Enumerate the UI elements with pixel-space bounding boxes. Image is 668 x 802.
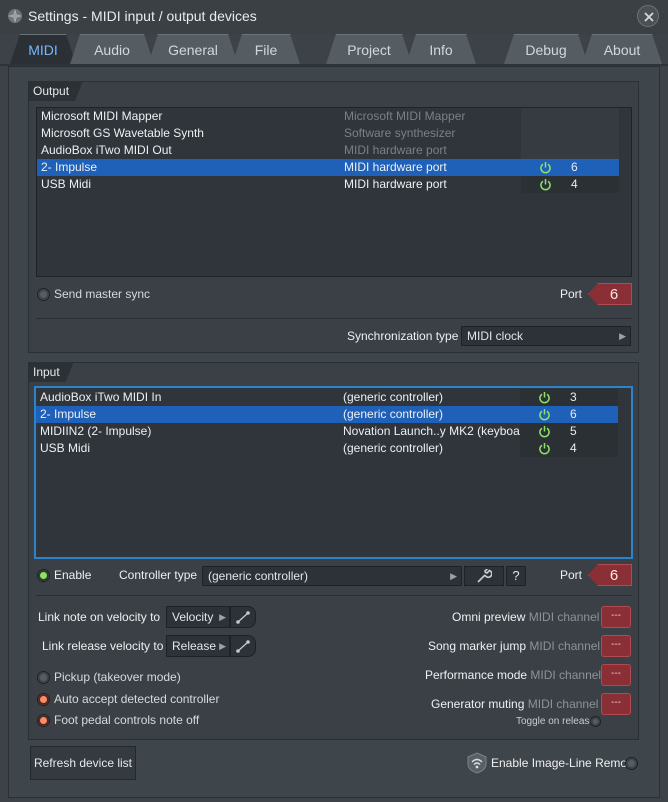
list-item[interactable]: AudioBox iTwo MIDI Out MIDI hardware por… — [37, 142, 631, 159]
toggle-on-release-radio[interactable] — [590, 716, 601, 727]
divider — [36, 318, 632, 319]
chevron-right-icon: ▶ — [450, 571, 457, 581]
power-icon[interactable] — [539, 178, 552, 191]
link-release-select[interactable]: Release ▶ — [166, 635, 230, 657]
fl-studio-logo-icon — [8, 9, 22, 23]
send-master-sync-label: Send master sync — [54, 287, 151, 301]
power-icon[interactable] — [538, 391, 551, 404]
enable-remote-label: Enable Image-Line Remote — [491, 756, 638, 770]
send-master-sync-radio[interactable] — [37, 288, 50, 301]
controller-type-select[interactable]: (generic controller) ▶ — [202, 566, 462, 586]
generator-muting-channel-button[interactable]: --- — [601, 693, 631, 715]
link-note-curve-button[interactable] — [230, 606, 256, 628]
link-release-label: Link release velocity to — [42, 639, 164, 653]
power-icon[interactable] — [539, 161, 552, 174]
tab-project[interactable]: Project — [326, 34, 412, 64]
performance-mode-channel-button[interactable]: --- — [601, 664, 631, 686]
auto-accept-radio[interactable] — [37, 693, 50, 706]
power-icon[interactable] — [538, 425, 551, 438]
list-item[interactable]: USB Midi (generic controller) 4 — [36, 440, 618, 457]
list-item[interactable]: MIDIIN2 (2- Impulse) Novation Launch..y … — [36, 423, 618, 440]
pickup-label: Pickup (takeover mode) — [54, 670, 181, 684]
tab-audio[interactable]: Audio — [70, 34, 154, 64]
controller-type-label: Controller type — [119, 568, 198, 582]
output-section-label: Output — [29, 81, 83, 101]
enable-label: Enable — [54, 568, 92, 582]
tab-about[interactable]: About — [582, 34, 662, 64]
list-item[interactable]: USB Midi MIDI hardware port 4 — [37, 176, 619, 193]
performance-mode-label: Performance mode MIDI channel — [425, 668, 602, 682]
enable-radio[interactable] — [37, 569, 50, 582]
tab-file[interactable]: File — [232, 34, 300, 64]
link-release-curve-button[interactable] — [230, 635, 256, 657]
list-item[interactable]: 2- Impulse MIDI hardware port 6 — [37, 159, 619, 176]
close-icon — [644, 12, 654, 22]
sync-type-label: Synchronization type — [347, 329, 459, 343]
refresh-device-list-button[interactable]: Refresh device list — [30, 746, 136, 780]
enable-remote-radio[interactable] — [625, 757, 638, 770]
chevron-right-icon: ▶ — [619, 331, 626, 341]
help-button[interactable]: ? — [506, 566, 526, 586]
link-note-select[interactable]: Velocity ▶ — [166, 606, 230, 628]
toggle-on-release-label: Toggle on release — [516, 716, 595, 727]
pickup-radio[interactable] — [37, 671, 50, 684]
divider — [36, 595, 632, 596]
curve-icon — [236, 611, 250, 624]
input-device-list[interactable]: AudioBox iTwo MIDI In (generic controlle… — [34, 386, 633, 559]
power-icon[interactable] — [538, 408, 551, 421]
tab-midi[interactable]: MIDI — [10, 34, 76, 64]
controller-settings-button[interactable] — [464, 566, 504, 586]
output-device-list[interactable]: Microsoft MIDI Mapper Microsoft MIDI Map… — [36, 107, 632, 277]
generator-muting-label: Generator muting MIDI channel — [431, 697, 599, 711]
wrench-icon — [477, 569, 492, 583]
window-title: Settings - MIDI input / output devices — [28, 8, 257, 24]
sync-type-select[interactable]: MIDI clock ▶ — [461, 326, 631, 346]
link-note-label: Link note on velocity to — [38, 610, 161, 624]
omni-preview-channel-button[interactable]: --- — [601, 606, 631, 628]
chevron-right-icon: ▶ — [219, 641, 226, 651]
chevron-right-icon: ▶ — [219, 612, 226, 622]
close-button[interactable] — [637, 5, 659, 27]
omni-preview-label: Omni preview MIDI channel — [452, 610, 600, 624]
output-port-label: Port — [560, 287, 583, 301]
song-marker-channel-button[interactable]: --- — [601, 635, 631, 657]
list-item[interactable]: AudioBox iTwo MIDI In (generic controlle… — [36, 389, 618, 406]
foot-pedal-label: Foot pedal controls note off — [54, 713, 200, 727]
song-marker-label: Song marker jump MIDI channel — [428, 639, 601, 653]
tab-info[interactable]: Info — [406, 34, 476, 64]
tab-debug[interactable]: Debug — [504, 34, 588, 64]
tab-general[interactable]: General — [148, 34, 238, 64]
list-item[interactable]: Microsoft MIDI Mapper Microsoft MIDI Map… — [37, 108, 631, 125]
list-item[interactable]: Microsoft GS Wavetable Synth Software sy… — [37, 125, 631, 142]
remote-wifi-icon — [467, 752, 487, 774]
auto-accept-label: Auto accept detected controller — [54, 692, 220, 706]
foot-pedal-radio[interactable] — [37, 714, 50, 727]
list-item[interactable]: 2- Impulse (generic controller) 6 — [36, 406, 618, 423]
input-port-label: Port — [560, 568, 583, 582]
power-icon[interactable] — [538, 442, 551, 455]
curve-icon — [236, 640, 250, 653]
